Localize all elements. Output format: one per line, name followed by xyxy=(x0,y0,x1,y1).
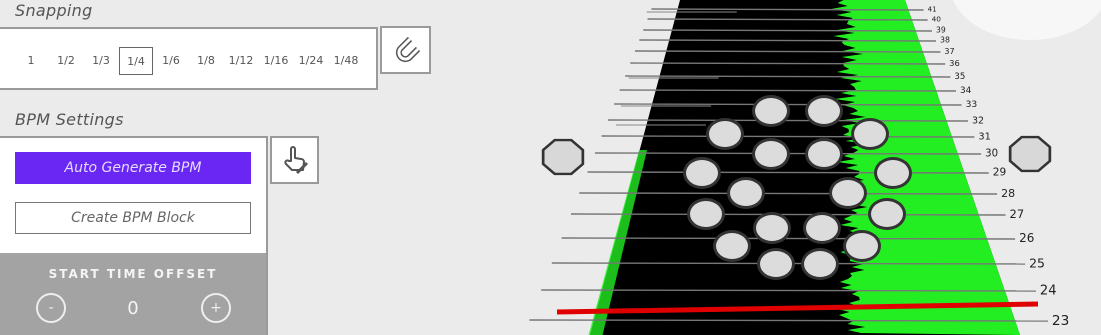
beat-number: 39 xyxy=(936,26,946,35)
beat-number: 38 xyxy=(940,36,950,45)
note xyxy=(755,141,787,167)
beat-number: 41 xyxy=(928,5,937,14)
beat-number: 36 xyxy=(949,58,960,68)
note xyxy=(854,121,886,147)
beat-number: 40 xyxy=(932,15,942,24)
note xyxy=(756,215,788,241)
note xyxy=(806,215,838,241)
note xyxy=(690,201,722,227)
beat-number: 26 xyxy=(1019,231,1034,245)
beat-number: 23 xyxy=(1052,313,1069,329)
beat-line xyxy=(619,89,956,92)
note xyxy=(804,251,836,277)
beat-number: 37 xyxy=(944,47,954,56)
note xyxy=(760,251,792,277)
beat-line xyxy=(541,289,1036,292)
beat-number: 32 xyxy=(972,115,984,126)
beat-line xyxy=(630,62,946,65)
track-edge-marker xyxy=(544,141,582,173)
beat-line xyxy=(607,119,968,122)
note xyxy=(730,180,762,206)
beat-number: 33 xyxy=(966,99,978,110)
beat-line xyxy=(651,8,924,11)
note xyxy=(877,160,909,186)
note xyxy=(716,233,748,259)
beat-line xyxy=(529,319,1048,322)
beat-number: 31 xyxy=(978,131,991,142)
beat-line xyxy=(639,39,936,42)
note xyxy=(832,180,864,206)
beat-number: 30 xyxy=(985,149,998,160)
beat-line xyxy=(625,75,951,78)
track-edge-marker xyxy=(1011,138,1049,170)
beat-number: 29 xyxy=(993,167,1006,179)
note xyxy=(808,98,840,124)
note-track-view[interactable]: 23242526272829303132333435363738394041 xyxy=(0,0,1101,335)
beat-number: 35 xyxy=(954,72,965,82)
note xyxy=(755,98,787,124)
beat-number: 27 xyxy=(1010,207,1025,221)
beat-number: 34 xyxy=(960,86,972,96)
beat-line xyxy=(643,29,932,32)
note xyxy=(808,141,840,167)
waveform-right xyxy=(831,0,1020,335)
beat-number: 28 xyxy=(1001,187,1015,200)
note xyxy=(686,160,718,186)
beat-line xyxy=(647,18,928,21)
note xyxy=(846,233,878,259)
beat-number: 25 xyxy=(1029,255,1045,270)
beat-number: 24 xyxy=(1040,284,1057,299)
note xyxy=(709,121,741,147)
beat-line xyxy=(634,50,941,53)
note xyxy=(871,201,903,227)
